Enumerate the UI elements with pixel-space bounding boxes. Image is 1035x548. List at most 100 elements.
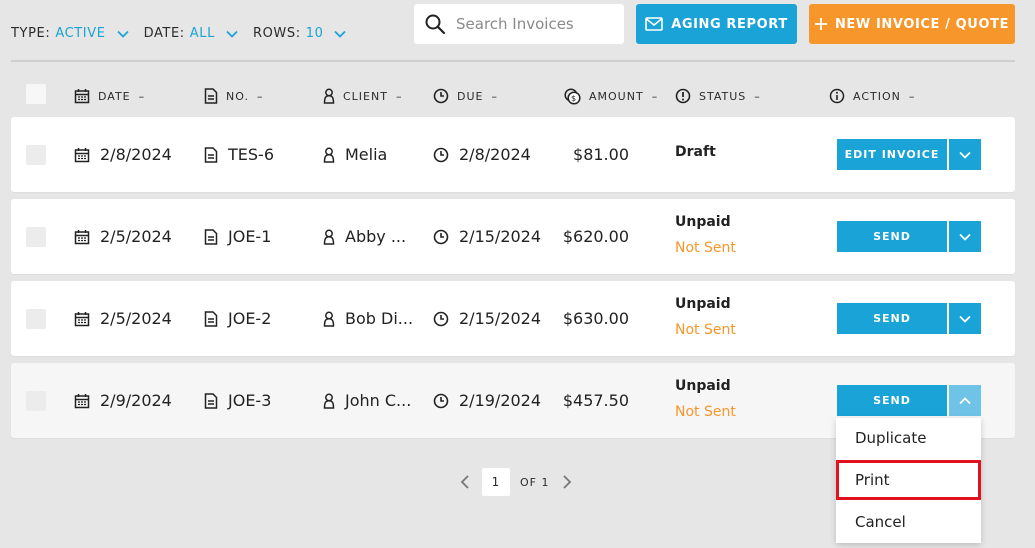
amount-value: $81.00 [573, 145, 629, 164]
send-button[interactable]: SEND [837, 303, 947, 334]
clock-icon [433, 88, 449, 104]
column-status[interactable]: STATUS – [675, 88, 761, 104]
aging-report-button[interactable]: AGING REPORT [636, 4, 797, 44]
column-no[interactable]: NO. – [204, 88, 263, 104]
chevron-down-icon [959, 315, 971, 323]
column-due[interactable]: DUE – [433, 88, 498, 104]
select-all-checkbox[interactable] [26, 84, 46, 104]
filter-date-label: DATE: [143, 26, 185, 41]
clock-icon [433, 311, 449, 326]
column-amount[interactable]: $ AMOUNT – [564, 88, 658, 105]
cell-client: Abby ... [323, 227, 406, 246]
cell-status: Unpaid Not Sent [675, 296, 736, 338]
cell-client: Bob Di... [323, 309, 413, 328]
sort-indicator: – [395, 89, 403, 103]
menu-item-print[interactable]: Print [836, 460, 981, 500]
filter-bar: TYPE: ACTIVE DATE: ALL ROWS: 10 [11, 26, 361, 41]
column-date-label: DATE [98, 89, 131, 103]
chevron-down-icon [334, 30, 347, 38]
sent-status: Not Sent [675, 404, 736, 420]
column-no-label: NO. [226, 89, 249, 103]
client-name: Bob Di... [345, 309, 414, 328]
plus-icon [814, 18, 827, 30]
aging-report-label: AGING REPORT [671, 16, 788, 32]
calendar-icon [74, 229, 90, 244]
document-icon [204, 310, 218, 327]
column-action[interactable]: ACTION – [829, 88, 915, 104]
new-invoice-button[interactable]: NEW INVOICE / QUOTE [809, 4, 1015, 44]
page-total: 1 [541, 475, 550, 489]
table-row[interactable]: 2/5/2024 JOE-2 Bob Di... 2/15/2024 $630.… [11, 281, 1015, 356]
svg-text:$: $ [571, 94, 577, 103]
chevron-right-icon[interactable] [562, 474, 572, 490]
divider [11, 60, 1015, 62]
cell-number: JOE-2 [204, 309, 271, 328]
action-dropdown-toggle[interactable] [949, 139, 981, 170]
cell-date: 2/5/2024 [74, 227, 172, 246]
send-button[interactable]: SEND [837, 221, 947, 252]
alert-icon [675, 88, 691, 104]
filter-type-value: ACTIVE [55, 26, 106, 41]
column-client-label: CLIENT [343, 89, 388, 103]
row-checkbox[interactable] [26, 309, 46, 329]
invoice-number: JOE-1 [228, 227, 272, 246]
chevron-up-icon [959, 396, 971, 404]
cell-number: JOE-1 [204, 227, 271, 246]
column-status-label: STATUS [699, 89, 747, 103]
menu-item-duplicate[interactable]: Duplicate [836, 418, 981, 458]
cell-status: Unpaid Not Sent [675, 214, 736, 256]
row-checkbox[interactable] [26, 227, 46, 247]
filter-rows[interactable]: ROWS: 10 [253, 26, 348, 41]
amount-value: $620.00 [562, 227, 629, 246]
document-icon [204, 146, 218, 163]
document-icon [204, 228, 218, 245]
table-row[interactable]: 2/5/2024 JOE-1 Abby ... 2/15/2024 $620.0… [11, 199, 1015, 274]
column-client[interactable]: CLIENT – [323, 88, 402, 104]
cell-date: 2/9/2024 [74, 391, 172, 410]
menu-item-cancel[interactable]: Cancel [836, 502, 981, 542]
column-date[interactable]: DATE – [74, 88, 145, 104]
chevron-left-icon[interactable] [460, 474, 470, 490]
search-box[interactable] [414, 4, 624, 44]
cell-status: Draft [675, 144, 716, 160]
of-text: OF [520, 475, 537, 489]
status-text: Unpaid [675, 378, 731, 394]
action-dropdown-toggle[interactable] [949, 303, 981, 334]
person-icon [323, 147, 335, 163]
action-dropdown-menu: Duplicate Print Cancel [836, 418, 981, 543]
filter-type[interactable]: TYPE: ACTIVE [11, 26, 130, 41]
person-icon [323, 311, 335, 327]
amount-value: $457.50 [562, 391, 629, 410]
date-text: 2/5/2024 [100, 227, 172, 246]
chevron-down-icon [226, 30, 238, 38]
invoice-number: JOE-2 [228, 309, 272, 328]
search-input[interactable] [456, 15, 616, 33]
page-of-label: OF 1 [520, 476, 550, 489]
document-icon [204, 88, 218, 104]
column-action-label: ACTION [853, 89, 901, 103]
action-dropdown-toggle[interactable] [949, 221, 981, 252]
row-checkbox[interactable] [26, 145, 46, 165]
edit-invoice-button[interactable]: EDIT INVOICE [837, 139, 947, 170]
column-due-label: DUE [457, 89, 484, 103]
filter-rows-value: 10 [305, 26, 324, 41]
info-icon [829, 88, 845, 104]
client-name: Melia [345, 145, 388, 164]
action-dropdown-toggle[interactable] [949, 385, 981, 416]
filter-date-value: ALL [189, 26, 215, 41]
person-icon [323, 88, 335, 104]
client-name: John C... [345, 391, 412, 410]
page-number-input[interactable]: 1 [482, 468, 510, 496]
sort-indicator: – [651, 90, 659, 103]
column-amount-label: AMOUNT [589, 90, 644, 103]
clock-icon [433, 393, 449, 408]
row-checkbox[interactable] [26, 391, 46, 411]
sort-indicator: – [754, 89, 761, 103]
filter-date[interactable]: DATE: ALL [144, 26, 239, 41]
table-row[interactable]: 2/8/2024 TES-6 Melia 2/8/2024 $81.00 Dra… [11, 117, 1015, 192]
person-icon [323, 229, 335, 245]
document-icon [204, 392, 218, 409]
status-text: Unpaid [675, 214, 731, 230]
chevron-down-icon [959, 233, 971, 241]
send-button[interactable]: SEND [837, 385, 947, 416]
